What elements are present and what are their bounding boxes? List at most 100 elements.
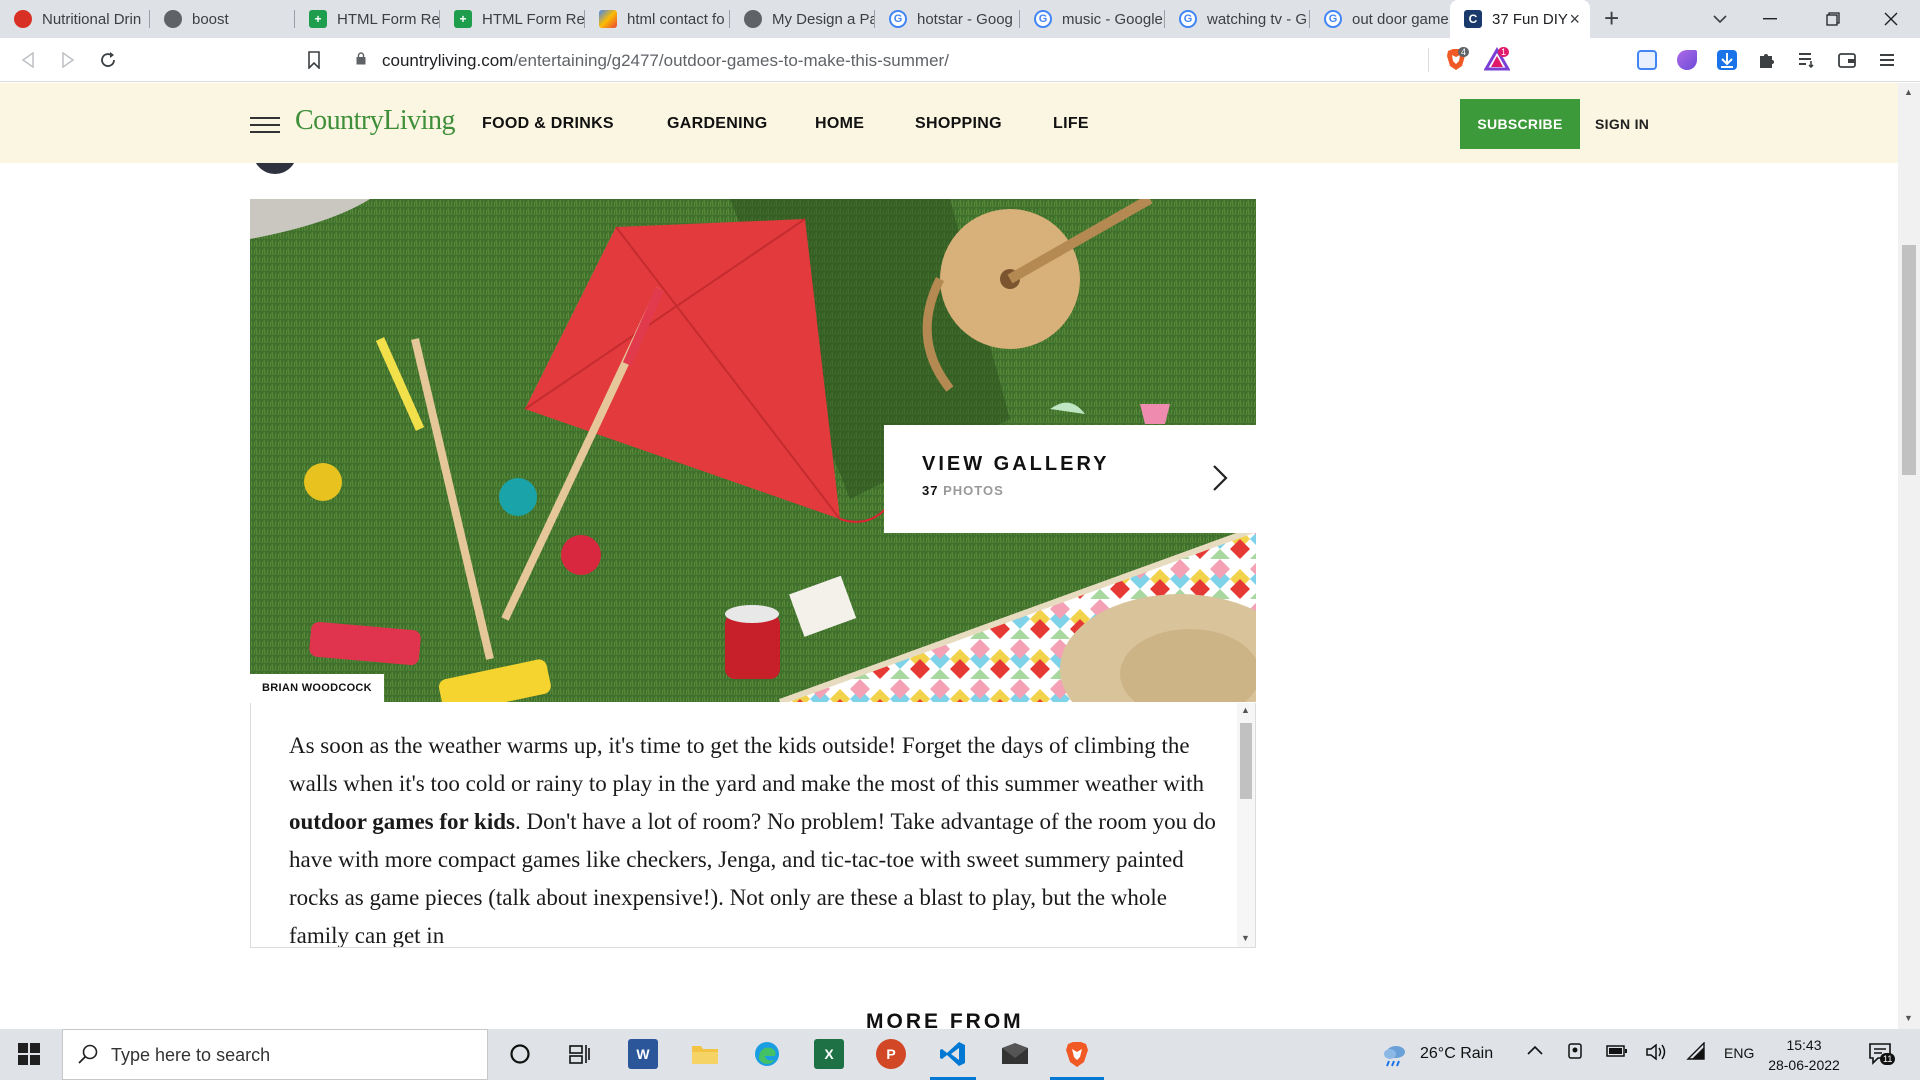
file-explorer-icon[interactable]	[690, 1039, 720, 1069]
edge-icon[interactable]	[752, 1039, 782, 1069]
url-host: countryliving.com	[382, 51, 514, 70]
tab-active-country-living[interactable]: C 37 Fun DIY ×	[1450, 0, 1590, 38]
clock-date: 28-06-2022	[1768, 1057, 1840, 1073]
tab-html-form-2[interactable]: + HTML Form Re	[440, 0, 585, 38]
taskbar-search-box[interactable]: Type here to search	[62, 1029, 488, 1080]
tab-label: 37 Fun DIY	[1492, 10, 1568, 28]
close-tab-icon[interactable]: ×	[1569, 9, 1580, 30]
photo-count: 37 PHOTOS	[922, 483, 1004, 498]
intro-text-part-1: As soon as the weather warms up, it's ti…	[289, 733, 1205, 796]
shield-count: 4	[1458, 47, 1470, 57]
page-scroll-up-icon[interactable]: ▲	[1904, 87, 1913, 97]
brave-rewards-icon[interactable]: 1	[1483, 47, 1511, 73]
brave-shield-icon[interactable]: 4	[1444, 47, 1470, 73]
search-placeholder: Type here to search	[111, 1045, 271, 1065]
notification-center-icon[interactable]: 11	[1868, 1041, 1896, 1067]
page-scrollbar[interactable]: ▲ ▼	[1898, 83, 1920, 1029]
reading-extension-icon[interactable]	[1637, 50, 1657, 70]
site-menu-icon[interactable]	[250, 117, 280, 133]
view-gallery-title: VIEW GALLERY	[922, 453, 1110, 475]
tab-label: html contact fo	[627, 10, 725, 28]
google-icon: G	[1179, 10, 1197, 28]
article-intro-box[interactable]: As soon as the weather warms up, it's ti…	[250, 703, 1256, 948]
vscode-icon[interactable]	[938, 1039, 968, 1069]
media-playlist-icon[interactable]	[1797, 50, 1817, 70]
menu-icon[interactable]	[1877, 50, 1897, 70]
nav-food-drinks[interactable]: FOOD & DRINKS	[482, 115, 614, 133]
sheets-icon: +	[309, 10, 327, 28]
new-tab-button[interactable]: +	[1604, 4, 1619, 32]
article-scrollbar[interactable]: ▲ ▼	[1237, 703, 1255, 947]
show-hidden-icons-icon[interactable]	[1527, 1043, 1543, 1061]
tab-label: music - Google	[1062, 10, 1163, 28]
cortana-icon[interactable]	[505, 1039, 535, 1069]
address-bar[interactable]: countryliving.com/entertaining/g2477/out…	[382, 51, 949, 71]
wifi-icon[interactable]	[1686, 1041, 1708, 1067]
tab-search-icon[interactable]	[1695, 0, 1745, 38]
forward-icon[interactable]	[56, 48, 80, 72]
powerpoint-icon[interactable]: P	[876, 1039, 906, 1069]
mail-icon[interactable]	[1000, 1039, 1030, 1069]
browser-toolbar: countryliving.com/entertaining/g2477/out…	[0, 38, 1920, 82]
tab-hotstar[interactable]: G hotstar - Goog	[875, 0, 1020, 38]
excel-icon[interactable]: X	[814, 1039, 844, 1069]
page-scroll-down-icon[interactable]: ▼	[1904, 1013, 1913, 1023]
windows-start-icon[interactable]	[18, 1043, 40, 1065]
word-icon[interactable]: W	[628, 1039, 658, 1069]
google-icon: G	[1034, 10, 1052, 28]
nav-life[interactable]: LIFE	[1053, 115, 1089, 133]
reload-icon[interactable]	[96, 48, 120, 72]
system-clock[interactable]: 15:43 28-06-2022	[1764, 1035, 1844, 1075]
bookmark-icon[interactable]	[302, 48, 326, 72]
language-indicator[interactable]: ENG	[1724, 1045, 1754, 1061]
tab-html-form-1[interactable]: + HTML Form Re	[295, 0, 440, 38]
back-icon[interactable]	[16, 48, 40, 72]
tab-boost[interactable]: boost	[150, 0, 295, 38]
brave-browser-icon[interactable]	[1062, 1039, 1092, 1069]
lock-icon[interactable]	[356, 52, 366, 68]
nav-gardening[interactable]: GARDENING	[667, 115, 767, 133]
tab-my-design[interactable]: My Design a Pa	[730, 0, 875, 38]
wallet-icon[interactable]	[1837, 50, 1857, 70]
weather-text[interactable]: 26°C Rain	[1420, 1045, 1493, 1063]
sign-in-link[interactable]: SIGN IN	[1595, 116, 1649, 132]
tab-music[interactable]: G music - Google	[1020, 0, 1165, 38]
download-extension-icon[interactable]	[1717, 50, 1737, 70]
country-living-icon: C	[1464, 10, 1482, 28]
windows-taskbar: Type here to search W X P 26°C Rain ENG …	[0, 1029, 1920, 1080]
tab-outdoor-game[interactable]: G out door game	[1310, 0, 1455, 38]
page-scroll-thumb[interactable]	[1902, 245, 1916, 475]
weather-rain-icon[interactable]	[1380, 1040, 1410, 1070]
globe-icon	[164, 10, 182, 28]
close-window-button[interactable]	[1866, 0, 1916, 38]
chevron-right-icon	[1213, 465, 1228, 491]
nav-shopping[interactable]: SHOPPING	[915, 115, 1002, 133]
article-intro-text: As soon as the weather warms up, it's ti…	[289, 727, 1219, 947]
extensions-puzzle-icon[interactable]	[1757, 50, 1777, 70]
nav-home[interactable]: HOME	[815, 115, 864, 133]
scroll-up-arrow-icon[interactable]: ▲	[1241, 705, 1250, 715]
task-view-icon[interactable]	[565, 1039, 595, 1069]
restore-button[interactable]	[1808, 0, 1858, 38]
gallery-hero-image[interactable]: VIEW GALLERY 37 PHOTOS BRIAN WOODCOCK	[250, 199, 1256, 702]
site-logo[interactable]: CountryLiving	[295, 105, 455, 137]
volume-icon[interactable]	[1645, 1042, 1667, 1067]
tab-label: boost	[192, 10, 229, 28]
tab-html-contact[interactable]: html contact fo	[585, 0, 730, 38]
subscribe-button[interactable]: SUBSCRIBE	[1460, 99, 1580, 149]
paint-extension-icon[interactable]	[1677, 50, 1697, 70]
tab-label: hotstar - Goog	[917, 10, 1013, 28]
tab-nutritional[interactable]: Nutritional Drin	[0, 0, 150, 38]
meet-now-icon[interactable]	[1567, 1042, 1583, 1067]
site-header: CountryLiving FOOD & DRINKS GARDENING HO…	[0, 83, 1898, 163]
intro-bold-link[interactable]: outdoor games for kids	[289, 809, 515, 834]
photo-credit: BRIAN WOODCOCK	[250, 674, 384, 702]
tab-watching-tv[interactable]: G watching tv - G	[1165, 0, 1310, 38]
google-icon: G	[889, 10, 907, 28]
view-gallery-card[interactable]: VIEW GALLERY 37 PHOTOS	[884, 425, 1256, 533]
url-path: /entertaining/g2477/outdoor-games-to-mak…	[513, 51, 949, 70]
battery-icon[interactable]	[1606, 1044, 1628, 1063]
article-scroll-thumb[interactable]	[1240, 723, 1252, 799]
minimize-button[interactable]	[1745, 0, 1795, 38]
scroll-down-arrow-icon[interactable]: ▼	[1241, 933, 1250, 943]
